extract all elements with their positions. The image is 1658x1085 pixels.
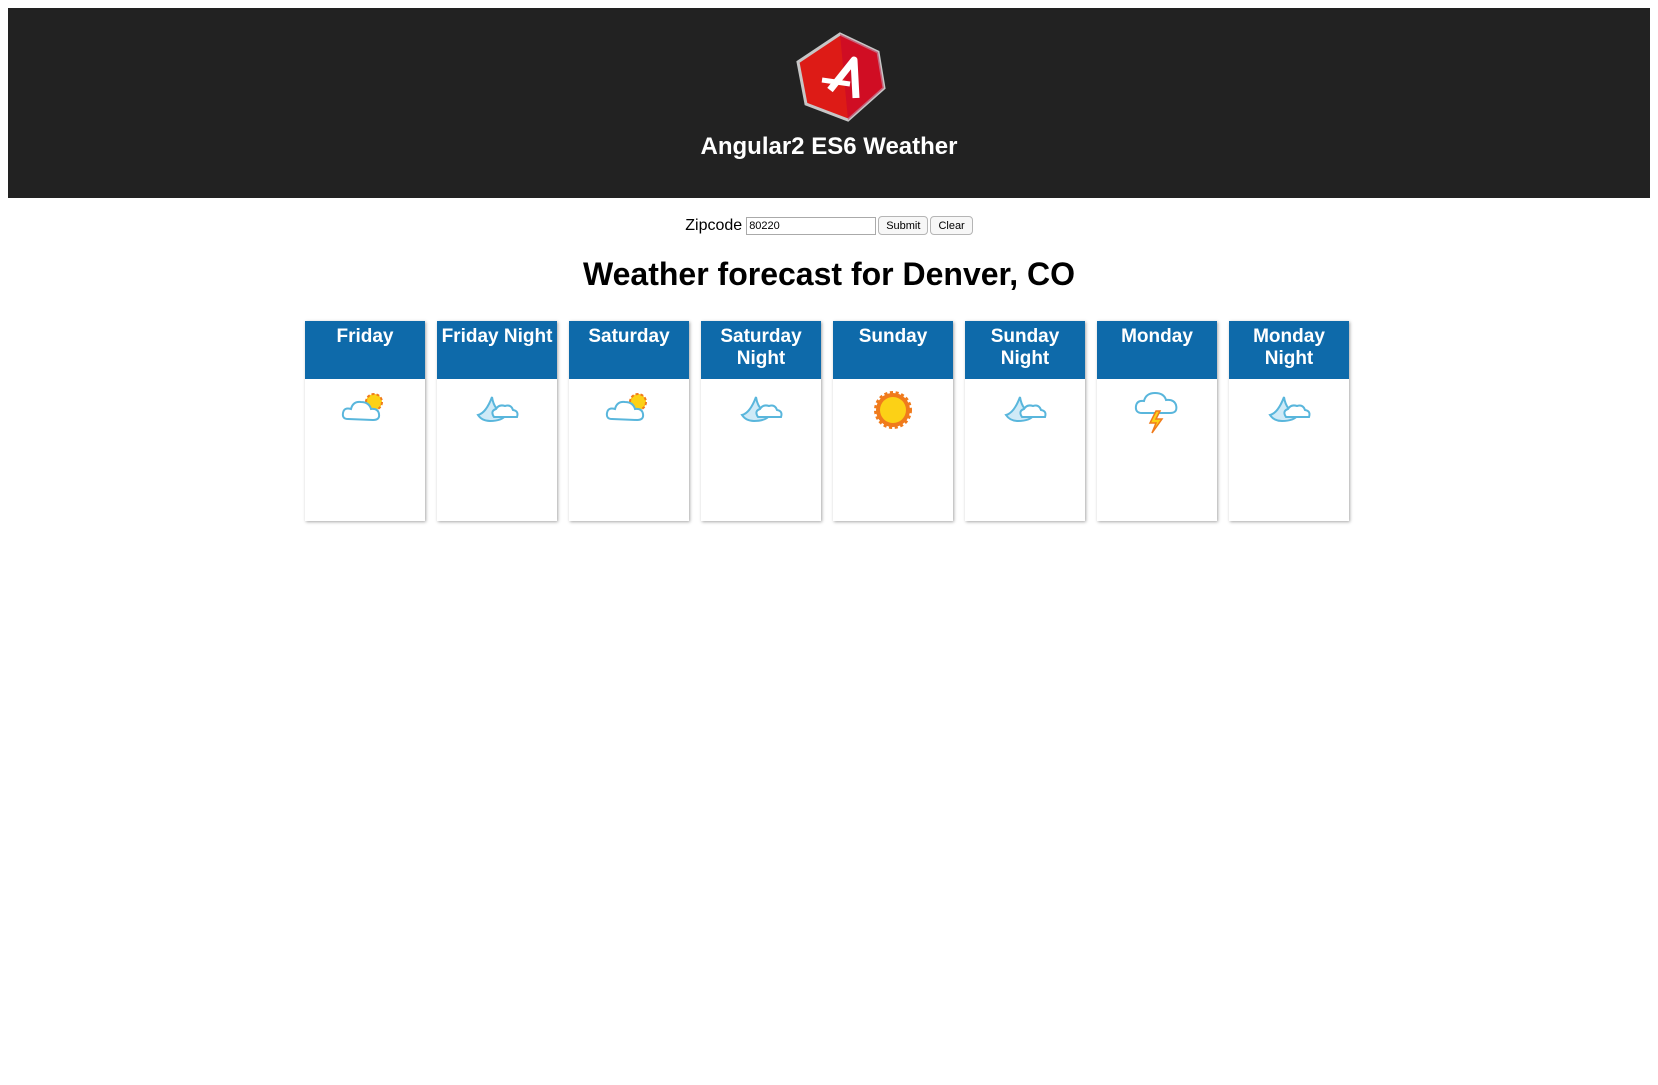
- zipcode-label: Zipcode: [685, 216, 743, 234]
- clear-button[interactable]: Clear: [930, 216, 973, 235]
- app-title: Angular2 ES6 Weather: [700, 133, 958, 160]
- forecast-card: Monday Night: [1229, 321, 1349, 521]
- forecast-cards: Friday Friday Night Saturday Saturday Ni…: [305, 321, 1349, 521]
- sunny-icon: [874, 391, 912, 429]
- period-name: Saturday: [569, 321, 689, 379]
- forecast-card: Friday: [305, 321, 425, 521]
- thunderstorm-icon: [1134, 391, 1178, 434]
- forecast-card: Monday: [1097, 321, 1217, 521]
- forecast-card: Sunday: [833, 321, 953, 521]
- forecast-title: Weather forecast for Denver, CO: [582, 256, 1075, 292]
- forecast-card: Saturday: [569, 321, 689, 521]
- forecast-card: Sunday Night: [965, 321, 1085, 521]
- partly-cloudy-night-icon: [740, 396, 783, 423]
- forecast-card: Friday Night: [437, 321, 557, 521]
- period-name: Monday: [1097, 321, 1217, 379]
- partly-cloudy-day-icon: [605, 393, 647, 422]
- partly-cloudy-day-icon: [341, 393, 383, 422]
- period-name: Friday Night: [437, 321, 557, 379]
- forecast-card: Saturday Night: [701, 321, 821, 521]
- angular-logo-icon: [796, 32, 886, 122]
- submit-button[interactable]: Submit: [878, 216, 929, 235]
- period-name: Monday Night: [1229, 321, 1349, 379]
- zipcode-form: Zipcode SubmitClear: [0, 216, 1658, 235]
- zipcode-input[interactable]: [746, 216, 877, 235]
- partly-cloudy-night-icon: [1004, 396, 1047, 423]
- period-name: Sunday Night: [965, 321, 1085, 379]
- partly-cloudy-night-icon: [1268, 396, 1311, 423]
- period-name: Friday: [305, 321, 425, 379]
- partly-cloudy-night-icon: [476, 396, 519, 423]
- period-name: Sunday: [833, 321, 953, 379]
- app-header: Angular2 ES6 Weather: [8, 8, 1650, 198]
- period-name: Saturday Night: [701, 321, 821, 379]
